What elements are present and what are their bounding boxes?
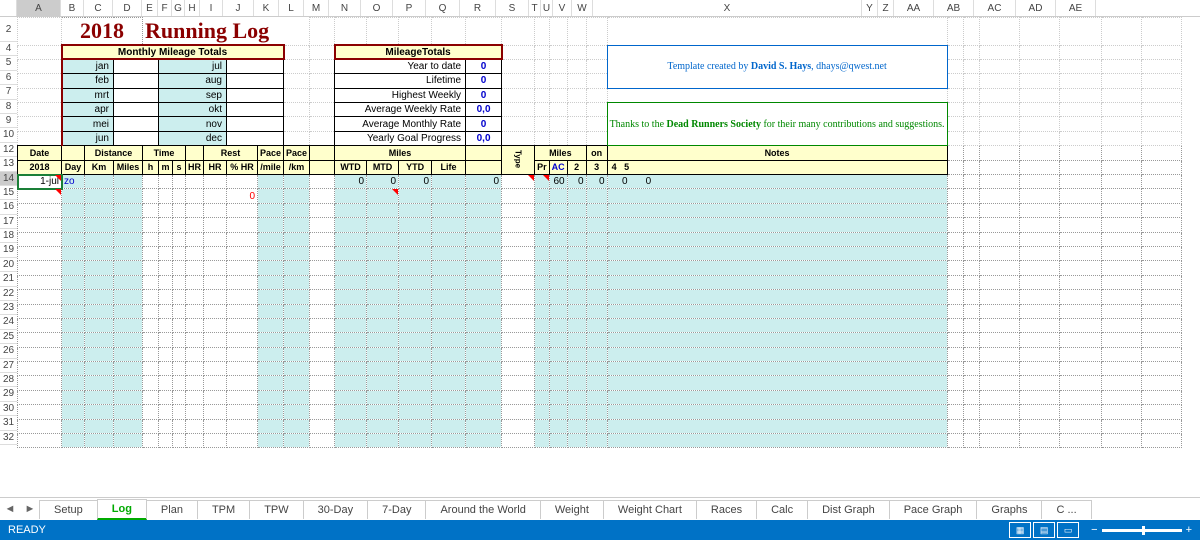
tab-c-[interactable]: C ... [1041,500,1091,519]
tab-prev-icon[interactable]: ◄ [0,499,20,519]
tab-graphs[interactable]: Graphs [976,500,1042,519]
view-break-icon[interactable]: ▭ [1057,522,1079,538]
zoom-in-icon[interactable]: + [1186,524,1192,536]
tab-tpw[interactable]: TPW [249,500,303,519]
column-headers: ABCDEFGHIJKLMNOPQRSTUVWXYZAAABACADAE [0,0,1200,17]
tab-setup[interactable]: Setup [39,500,98,519]
zoom-control[interactable]: − + [1091,522,1192,538]
tab-around-the-world[interactable]: Around the World [425,500,540,519]
tab-races[interactable]: Races [696,500,757,519]
tab-7-day[interactable]: 7-Day [367,500,426,519]
tab-log[interactable]: Log [97,499,147,520]
view-layout-icon[interactable]: ▤ [1033,522,1055,538]
tab-30-day[interactable]: 30-Day [303,500,368,519]
status-text: READY [8,524,46,536]
tab-weight-chart[interactable]: Weight Chart [603,500,697,519]
tab-calc[interactable]: Calc [756,500,808,519]
tab-pace-graph[interactable]: Pace Graph [889,500,978,519]
zoom-out-icon[interactable]: − [1091,524,1097,536]
sheet-tabs: ◄ ► SetupLogPlanTPMTPW30-Day7-DayAround … [0,497,1200,520]
tab-next-icon[interactable]: ► [20,499,40,519]
tab-dist-graph[interactable]: Dist Graph [807,500,890,519]
status-bar: READY ▦ ▤ ▭ − + [0,520,1200,540]
tab-tpm[interactable]: TPM [197,500,250,519]
row-headers: 2456789101213141516171819202122232425262… [0,17,17,445]
tab-weight[interactable]: Weight [540,500,604,519]
view-normal-icon[interactable]: ▦ [1009,522,1031,538]
tab-plan[interactable]: Plan [146,500,198,519]
worksheet[interactable]: 2456789101213141516171819202122232425262… [0,17,1200,497]
